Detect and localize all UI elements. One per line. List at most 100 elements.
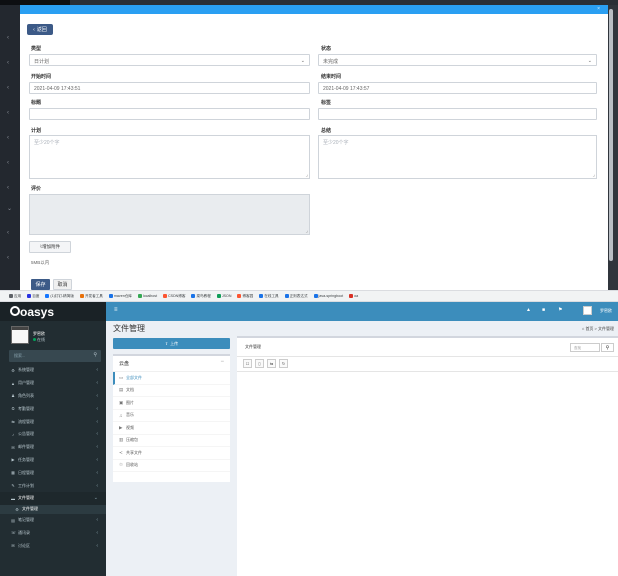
chevron-left-icon[interactable]: ‹ bbox=[7, 35, 9, 41]
bookmark-item[interactable]: maven仓库 bbox=[108, 294, 132, 299]
chevron-left-icon[interactable]: ‹ bbox=[7, 255, 9, 261]
sidebar-item[interactable]: ▦ 日程管理 ‹ bbox=[0, 466, 106, 479]
title-input[interactable] bbox=[29, 108, 310, 120]
search-icon[interactable]: ⚲ bbox=[601, 343, 614, 352]
file-panel-title: 文件管理 bbox=[245, 344, 261, 349]
bookmark-item[interactable]: 正则表达式 bbox=[284, 294, 308, 299]
cloud-list-item[interactable]: ♲ 回收站 bbox=[113, 460, 230, 472]
bell-icon[interactable]: ▲ bbox=[526, 307, 531, 313]
share-icon[interactable]: ⇆ bbox=[267, 359, 276, 368]
sidebar-item[interactable]: ▲ 用户管理 ‹ bbox=[0, 377, 106, 390]
end-time-label: 结束时间 bbox=[321, 74, 342, 80]
back-button[interactable]: ‹ 返回 bbox=[27, 24, 53, 35]
cloud-list-item[interactable]: ♫ 音乐 bbox=[113, 410, 230, 422]
select-all-checkbox[interactable]: ☐ bbox=[243, 359, 252, 368]
chevron-left-icon: ‹ bbox=[96, 482, 98, 489]
bookmark-item[interactable]: oa bbox=[349, 294, 358, 298]
refresh-icon[interactable]: ↻ bbox=[279, 359, 288, 368]
resize-grip-icon[interactable]: ⌟ bbox=[593, 172, 595, 178]
menu-icon: ☏ bbox=[11, 530, 17, 536]
collapse-icon[interactable]: − bbox=[220, 359, 224, 365]
scrollbar-track bbox=[608, 5, 618, 290]
cloud-list-item[interactable]: ▶ 视频 bbox=[113, 422, 230, 435]
bookmark-item[interactable]: 菜鸟教程 bbox=[191, 294, 211, 299]
flag-icon[interactable]: ⚑ bbox=[558, 307, 562, 313]
bookmark-item[interactable]: CSDN博客 bbox=[163, 294, 185, 299]
scrollbar-thumb[interactable] bbox=[609, 9, 613, 261]
type-select[interactable]: 日计划 ⌄ bbox=[29, 54, 310, 66]
chevron-left-icon[interactable]: ‹ bbox=[7, 135, 9, 141]
chevron-down-icon[interactable]: ⌄ bbox=[7, 205, 12, 212]
close-icon[interactable]: × bbox=[597, 6, 600, 12]
delete-icon[interactable]: ▯ bbox=[255, 359, 264, 368]
sidebar-item[interactable]: ♟ 角色列表 ‹ bbox=[0, 390, 106, 403]
sidebar-item[interactable]: ✎ 工作计划 ‹ bbox=[0, 479, 106, 492]
save-button[interactable]: 保存 bbox=[31, 279, 50, 290]
breadcrumb: ⌂ 首页 > 文件管理 bbox=[581, 326, 614, 331]
bookmark-item[interactable]: java-springboot bbox=[313, 294, 343, 298]
sidebar-item[interactable]: ⇆ 流程管理 ‹ bbox=[0, 415, 106, 428]
home-icon: ⌂ bbox=[581, 326, 585, 331]
sidebar-subitem-file-manage[interactable]: ⚙ 文件管理 bbox=[0, 504, 106, 514]
chevron-left-icon[interactable]: ‹ bbox=[7, 230, 9, 236]
cloud-list-item[interactable]: ≺ 共享文件 bbox=[113, 447, 230, 460]
plan-textarea[interactable]: 至少20个字 ⌟ bbox=[29, 135, 310, 179]
nav-user-name[interactable]: 罗密欧 bbox=[600, 308, 612, 314]
bookmark-item[interactable]: 应用 bbox=[9, 294, 21, 299]
cancel-button[interactable]: 取消 bbox=[53, 279, 72, 290]
sidebar-item[interactable]: ⚙ 系统管理 ‹ bbox=[0, 364, 106, 377]
logo[interactable]: oasys bbox=[0, 302, 106, 321]
bookmark-favicon-icon bbox=[237, 294, 242, 298]
bookmark-item[interactable]: 博客园 bbox=[237, 294, 253, 299]
file-search-input[interactable]: 查找 bbox=[570, 343, 600, 352]
cloud-list-item[interactable]: ▭ 全部文件 bbox=[113, 372, 230, 385]
sidebar-item[interactable]: ♪ 公告管理 ‹ bbox=[0, 428, 106, 441]
back-arrow-icon: ‹ bbox=[33, 26, 35, 33]
chevron-left-icon: ‹ bbox=[96, 380, 98, 387]
bookmark-favicon-icon bbox=[9, 294, 13, 298]
sidebar-search-input[interactable]: 搜索... ⚲ bbox=[9, 350, 101, 362]
add-attachment-button[interactable]: ⌇ 增加附件 bbox=[29, 241, 71, 253]
status-select[interactable]: 未完成 ⌄ bbox=[318, 54, 597, 66]
sidebar-item[interactable]: ✉ 邮件管理 ‹ bbox=[0, 441, 106, 454]
chevron-left-icon[interactable]: ‹ bbox=[7, 85, 9, 91]
summary-textarea[interactable]: 至少20个字 ⌟ bbox=[318, 135, 597, 179]
sidebar-item[interactable]: ☏ 通讯录 ‹ bbox=[0, 527, 106, 540]
cloud-list-item[interactable]: ▣ 图片 bbox=[113, 397, 230, 410]
upload-button[interactable]: ⇧ 上传 bbox=[113, 338, 230, 349]
chevron-left-icon[interactable]: ‹ bbox=[7, 160, 9, 166]
menu-icon: ⚙ bbox=[11, 367, 15, 373]
sidebar-item[interactable]: ⏲ 考勤管理 ‹ bbox=[0, 402, 106, 415]
sidebar-item[interactable]: ✉ 讨论区 ‹ bbox=[0, 539, 106, 552]
search-icon[interactable]: ⚲ bbox=[93, 352, 97, 358]
chevron-left-icon[interactable]: ‹ bbox=[7, 185, 9, 191]
bookmark-item[interactable]: 开发者工具 bbox=[79, 294, 103, 299]
end-time-input[interactable]: 2021-04-09 17:43:57 bbox=[318, 82, 597, 94]
file-type-icon: ≺ bbox=[119, 449, 123, 455]
avatar[interactable] bbox=[583, 306, 592, 315]
bookmark-item[interactable]: 在线工具 bbox=[259, 294, 279, 299]
cloud-drive-panel: 云盘 − ▭ 全部文件 ▤ 文档 ▣ 图片 ♫ 音乐 ▶ 视频 ▥ 压缩包 ≺ 共享文件 ♲ 回收站 bbox=[113, 354, 230, 482]
bookmark-item[interactable]: 百度 bbox=[27, 294, 39, 299]
attachment-size-note: 5MB以内 bbox=[31, 260, 50, 265]
chevron-left-icon[interactable]: ‹ bbox=[7, 60, 9, 66]
sidebar-item[interactable]: ▬ 文件管理 ⌄ bbox=[0, 491, 106, 505]
bookmark-item[interactable]: (1)钉钉-精简版 bbox=[45, 294, 74, 299]
bookmark-item[interactable]: JSON bbox=[216, 294, 231, 298]
sidebar-item[interactable]: ▤ 笔记管理 ‹ bbox=[0, 514, 106, 527]
comment-textarea: ⌟ bbox=[29, 194, 310, 235]
cloud-list-item[interactable]: ▤ 文档 bbox=[113, 385, 230, 397]
chevron-left-icon[interactable]: ‹ bbox=[7, 110, 9, 116]
bookmark-item[interactable]: localhost bbox=[137, 294, 157, 298]
tag-input[interactable] bbox=[318, 108, 597, 120]
chevron-left-icon: ‹ bbox=[96, 392, 98, 399]
resize-grip-icon[interactable]: ⌟ bbox=[306, 172, 308, 178]
sidebar-item[interactable]: ▶ 任务管理 ‹ bbox=[0, 454, 106, 467]
start-time-input[interactable]: 2021-04-09 17:43:51 bbox=[29, 82, 310, 94]
menu-toggle-icon[interactable]: ≡ bbox=[114, 307, 118, 313]
menu-icon: ✎ bbox=[11, 483, 15, 489]
envelope-icon[interactable]: ■ bbox=[542, 307, 545, 313]
comment-label: 评价 bbox=[31, 186, 42, 192]
cloud-list-item[interactable]: ▥ 压缩包 bbox=[113, 435, 230, 447]
menu-icon: ♟ bbox=[11, 393, 15, 399]
